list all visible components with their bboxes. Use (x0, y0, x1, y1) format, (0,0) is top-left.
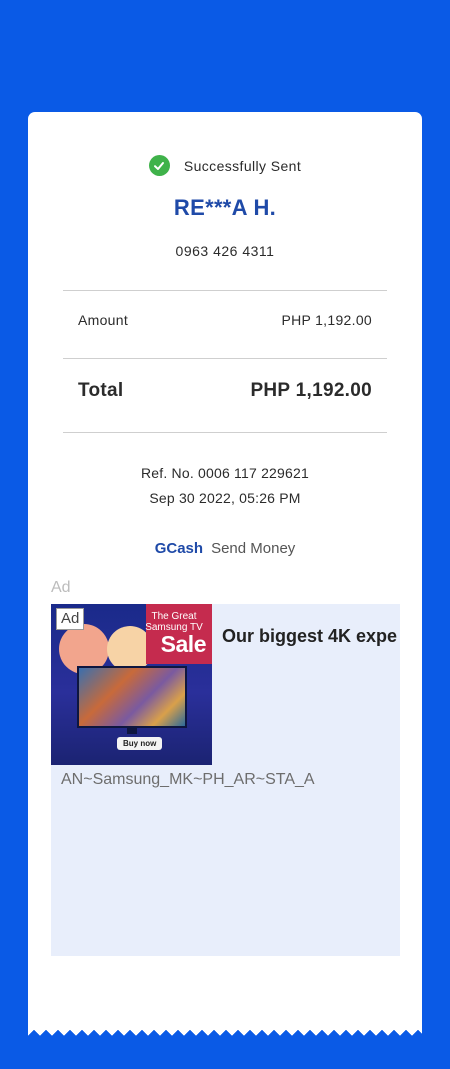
brand-row: GCash Send Money (28, 540, 422, 557)
check-circle-icon (148, 155, 170, 176)
status-text: Successfully Sent (183, 157, 302, 174)
recipient-phone: 0963 426 4311 (175, 243, 275, 259)
ad-tv-image (77, 666, 187, 728)
total-row: Total PHP 1,192.00 (78, 380, 372, 402)
ad-badge: Ad (56, 608, 85, 630)
transaction-datetime: Sep 30 2022, 05:26 PM (149, 490, 301, 506)
ad-headline[interactable]: Our biggest 4K expe (222, 626, 397, 647)
total-label: Total (78, 380, 124, 401)
amount-row: Amount PHP 1,192.00 (78, 312, 372, 328)
amount-value: PHP 1,192.00 (281, 312, 372, 328)
ad-card[interactable]: The Great Samsung TV Sale Buy now Ad Our… (51, 604, 400, 956)
divider (63, 432, 387, 433)
divider (63, 358, 387, 359)
status-row: Successfully Sent (28, 155, 422, 176)
total-value: PHP 1,192.00 (250, 380, 372, 401)
divider (63, 290, 387, 291)
service-name: Send Money (211, 540, 296, 557)
ad-label: Ad (51, 579, 71, 596)
ad-sale-subtitle: The Great Samsung TV (145, 611, 203, 633)
ad-image[interactable]: The Great Samsung TV Sale Buy now Ad (51, 604, 212, 765)
gcash-logo: GCash (154, 540, 204, 557)
ad-caption: AN~Samsung_MK~PH_AR~STA_A (61, 771, 315, 788)
ad-buy-button[interactable]: Buy now (117, 737, 163, 750)
receipt-card: Successfully Sent RE***A H. 0963 426 431… (28, 112, 422, 1026)
recipient-name: RE***A H. (173, 195, 277, 220)
reference-number: Ref. No. 0006 117 229621 (140, 465, 309, 481)
ad-tv-stand (127, 728, 137, 734)
reference-block: Ref. No. 0006 117 229621 Sep 30 2022, 05… (28, 461, 422, 511)
amount-label: Amount (78, 312, 129, 328)
receipt-zigzag-edge (28, 1024, 422, 1036)
ad-sale-title: Sale (160, 631, 207, 657)
